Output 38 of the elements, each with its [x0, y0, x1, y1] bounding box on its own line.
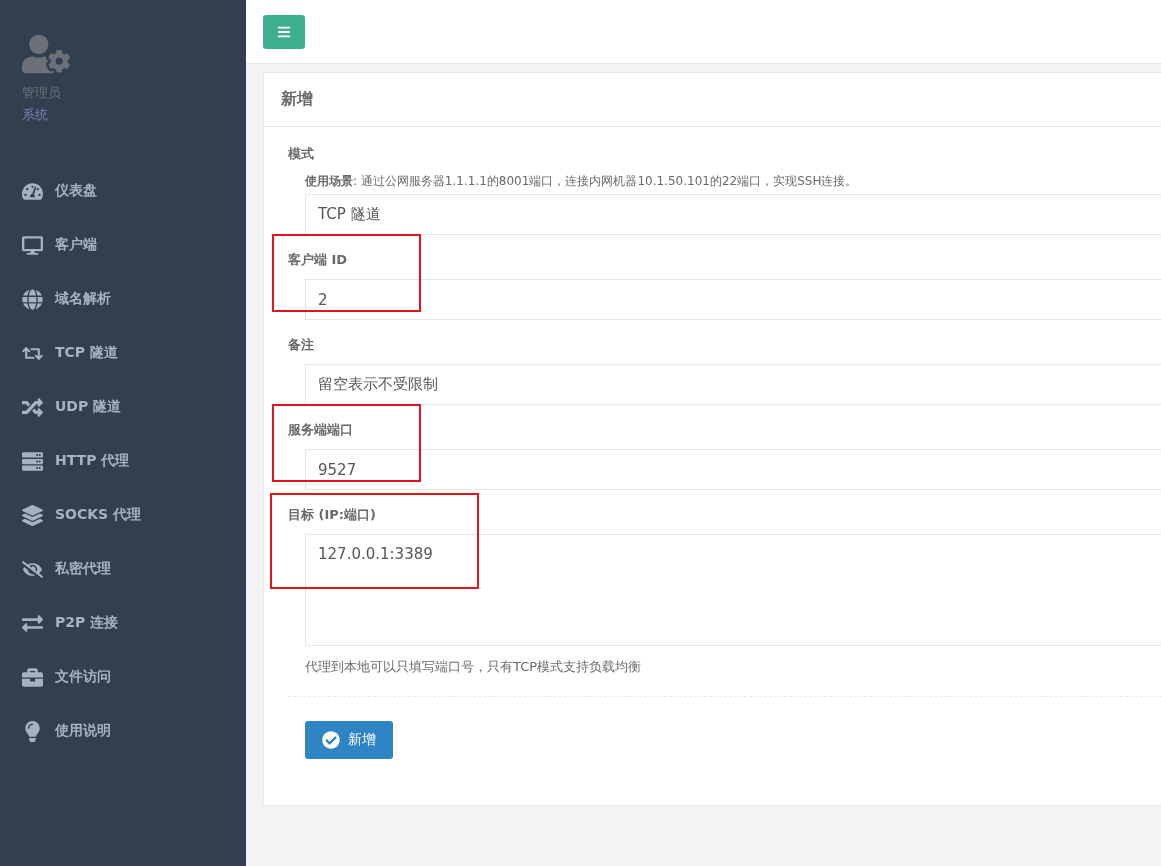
sidebar-item[interactable]: UDP 隧道: [22, 380, 246, 434]
shuffle-icon: [22, 396, 43, 418]
input-field[interactable]: 留空表示不受限制: [305, 364, 1161, 405]
input-field[interactable]: 2: [305, 279, 1161, 320]
help-text: 代理到本地可以只填写端口号，只有TCP模式支持负载均衡: [305, 658, 643, 676]
menu-button[interactable]: [263, 15, 305, 49]
field-label: 目标 (IP:端口): [288, 506, 377, 524]
sidebar-item[interactable]: 私密代理: [22, 542, 246, 596]
sidebar-item[interactable]: 文件访问: [22, 650, 246, 704]
server-icon: [22, 450, 43, 472]
monitor-icon: [22, 234, 43, 256]
layers-icon: [22, 504, 43, 526]
sidebar-item[interactable]: HTTP 代理: [22, 434, 246, 488]
sidebar-item[interactable]: TCP 隧道: [22, 326, 246, 380]
field-label: 模式: [288, 145, 315, 163]
briefcase-icon: [22, 666, 43, 688]
mode-select[interactable]: TCP 隧道: [305, 194, 1161, 235]
lightbulb-icon: [22, 720, 43, 742]
input-field[interactable]: 9527: [305, 449, 1161, 490]
sidebar-item[interactable]: P2P 连接: [22, 596, 246, 650]
sidebar-item[interactable]: 域名解析: [22, 272, 246, 326]
field-label: 备注: [288, 336, 315, 354]
menu-icon: [277, 25, 291, 39]
card-title: 新增: [264, 73, 1161, 127]
eye-slash-icon: [22, 558, 43, 580]
globe-icon: [22, 288, 43, 310]
sidebar-item[interactable]: SOCKS 代理: [22, 488, 246, 542]
user-role: 系统: [22, 106, 49, 124]
field-label: 客户端 ID: [288, 251, 349, 269]
submit-button[interactable]: 新增: [305, 721, 393, 759]
usage-note: 使用场景: 通过公网服务器1.1.1.1的8001端口，连接内网机器10.1.50.101的22端口，实现SSH连接。: [305, 173, 859, 190]
sidebar-item[interactable]: 使用说明: [22, 704, 246, 758]
sidebar-item[interactable]: 仪表盘: [22, 164, 246, 218]
sidebar-item[interactable]: 客户端: [22, 218, 246, 272]
gauge-icon: [22, 180, 43, 202]
textarea-field[interactable]: 127.0.0.1:3389: [305, 534, 1161, 646]
field-label: 服务端端口: [288, 421, 354, 439]
exchange-arrows-icon: [22, 612, 43, 634]
